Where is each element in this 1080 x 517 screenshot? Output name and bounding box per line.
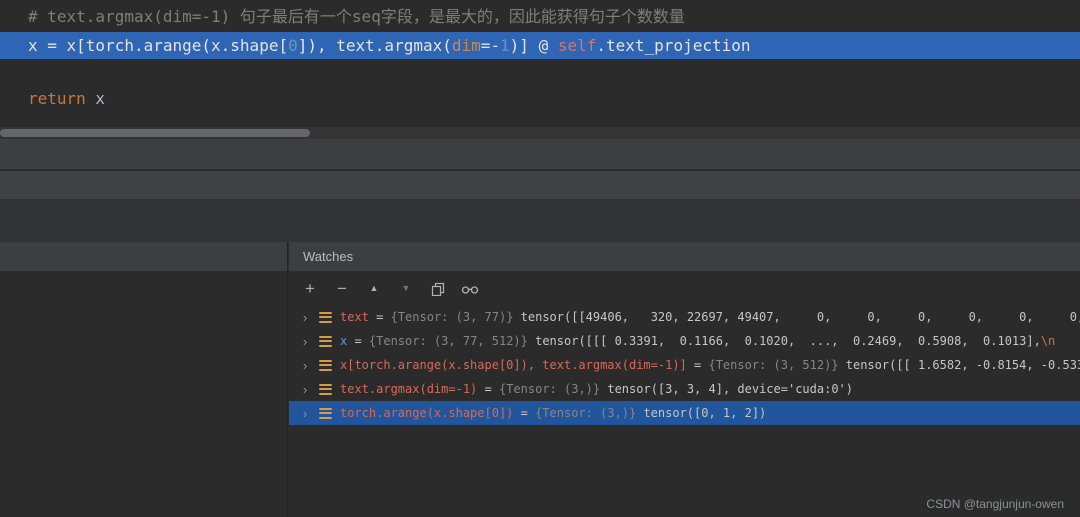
editor-highlighted-line[interactable]: x = x[torch.arange(x.shape[0]), text.arg… xyxy=(0,32,1080,59)
code-token: x = x[torch.arange(x.shape[ xyxy=(28,36,288,55)
watch-icon xyxy=(319,408,332,419)
watch-row-indexed-x[interactable]: › x[torch.arange(x.shape[0]), text.argma… xyxy=(289,353,1080,377)
code-line-current[interactable]: x = x[torch.arange(x.shape[0]), text.arg… xyxy=(28,32,751,59)
code-token-kwarg: dim xyxy=(452,36,481,55)
duplicate-watch-button[interactable] xyxy=(425,278,451,300)
watches-title: Watches xyxy=(303,249,353,264)
code-comment-line[interactable]: # text.argmax(dim=-1) 句子最后有一个seq字段，是最大的，… xyxy=(28,3,685,30)
watches-panel-header: Watches xyxy=(289,242,1080,272)
chevron-right-icon[interactable]: › xyxy=(297,382,313,397)
remove-watch-button[interactable]: − xyxy=(329,278,355,300)
code-token: x xyxy=(86,89,105,108)
code-token-self: self xyxy=(558,36,597,55)
code-token: ]), text.argmax( xyxy=(298,36,452,55)
chevron-right-icon[interactable]: › xyxy=(297,406,313,421)
watch-icon xyxy=(319,384,332,395)
watch-value: tensor([[49406, 320, 22697, 49407, 0, 0,… xyxy=(513,310,1080,324)
code-return-line[interactable]: return x xyxy=(28,85,105,112)
variables-panel-header xyxy=(0,242,287,272)
watch-name: x[torch.arange(x.shape[0]), text.argmax(… xyxy=(340,358,687,372)
debugger-panel: Watches + − ▲ ▼ xyxy=(0,242,1080,517)
watch-type: {Tensor: (3, 77, 512)} xyxy=(369,334,528,348)
ide-debug-screen: # text.argmax(dim=-1) 句子最后有一个seq字段，是最大的，… xyxy=(0,0,1080,517)
watch-type: {Tensor: (3,)} xyxy=(535,406,636,420)
watch-row-text-content: torch.arange(x.shape[0]) = {Tensor: (3,)… xyxy=(340,406,766,420)
chevron-right-icon[interactable]: › xyxy=(297,310,313,325)
debug-spacer-strip xyxy=(0,199,1080,242)
watch-row-arange-selected[interactable]: › torch.arange(x.shape[0]) = {Tensor: (3… xyxy=(289,401,1080,425)
watch-icon xyxy=(319,360,332,371)
watch-row-text-content: text.argmax(dim=-1) = {Tensor: (3,)} ten… xyxy=(340,382,853,396)
variables-panel xyxy=(0,242,288,517)
watch-name: text xyxy=(340,310,369,324)
watch-row-text-content: x = {Tensor: (3, 77, 512)} tensor([[[ 0.… xyxy=(340,334,1080,348)
watch-name: text.argmax(dim=-1) xyxy=(340,382,477,396)
watch-row-x[interactable]: › x = {Tensor: (3, 77, 512)} tensor([[[ … xyxy=(289,329,1080,353)
code-editor[interactable]: # text.argmax(dim=-1) 句子最后有一个seq字段，是最大的，… xyxy=(0,0,1080,126)
code-token-number: 0 xyxy=(288,36,298,55)
watch-value: tensor([[[ 0.3391, 0.1166, 0.1020, ..., … xyxy=(528,334,1041,348)
copy-icon xyxy=(431,282,445,296)
watches-panel: Watches + − ▲ ▼ xyxy=(289,242,1080,517)
editor-horizontal-scrollbar[interactable] xyxy=(0,127,1080,139)
watch-row-argmax[interactable]: › text.argmax(dim=-1) = {Tensor: (3,)} t… xyxy=(289,377,1080,401)
debug-tabs-strip xyxy=(0,171,1080,199)
watches-toolbar: + − ▲ ▼ xyxy=(289,272,1080,305)
debug-toolbar-strip xyxy=(0,139,1080,170)
watch-row-text-content: x[torch.arange(x.shape[0]), text.argmax(… xyxy=(340,358,1080,372)
watch-row-text-content: text = {Tensor: (3, 77)} tensor([[49406,… xyxy=(340,310,1080,324)
add-watch-button[interactable]: + xyxy=(297,278,323,300)
watch-icon xyxy=(319,312,332,323)
watch-name: torch.arange(x.shape[0]) xyxy=(340,406,513,420)
watch-value: tensor([[ 1.6582, -0.8154, -0.5337, ..., xyxy=(839,358,1080,372)
watch-type: {Tensor: (3, 77)} xyxy=(391,310,514,324)
move-watch-down-button[interactable]: ▼ xyxy=(393,278,419,300)
scrollbar-thumb[interactable] xyxy=(0,129,310,137)
watches-list: › text = {Tensor: (3, 77)} tensor([[4940… xyxy=(289,305,1080,425)
move-watch-up-button[interactable]: ▲ xyxy=(361,278,387,300)
code-token-number: 1 xyxy=(500,36,510,55)
glasses-icon xyxy=(461,283,479,295)
watch-type: {Tensor: (3,)} xyxy=(499,382,600,396)
escape-sequence: \n xyxy=(1041,334,1055,348)
code-token-keyword: return xyxy=(28,89,86,108)
show-watches-in-variables-button[interactable] xyxy=(457,278,483,300)
chevron-right-icon[interactable]: › xyxy=(297,334,313,349)
watch-value: tensor([3, 3, 4], device='cuda:0') xyxy=(600,382,853,396)
watch-value: tensor([0, 1, 2]) xyxy=(636,406,766,420)
code-token: =- xyxy=(481,36,500,55)
variables-panel-body[interactable] xyxy=(0,272,287,517)
watch-row-text[interactable]: › text = {Tensor: (3, 77)} tensor([[4940… xyxy=(289,305,1080,329)
watch-icon xyxy=(319,336,332,347)
code-token: .text_projection xyxy=(596,36,750,55)
watch-type: {Tensor: (3, 512)} xyxy=(708,358,838,372)
chevron-right-icon[interactable]: › xyxy=(297,358,313,373)
csdn-watermark: CSDN @tangjunjun-owen xyxy=(926,497,1064,511)
code-token: )] @ xyxy=(510,36,558,55)
